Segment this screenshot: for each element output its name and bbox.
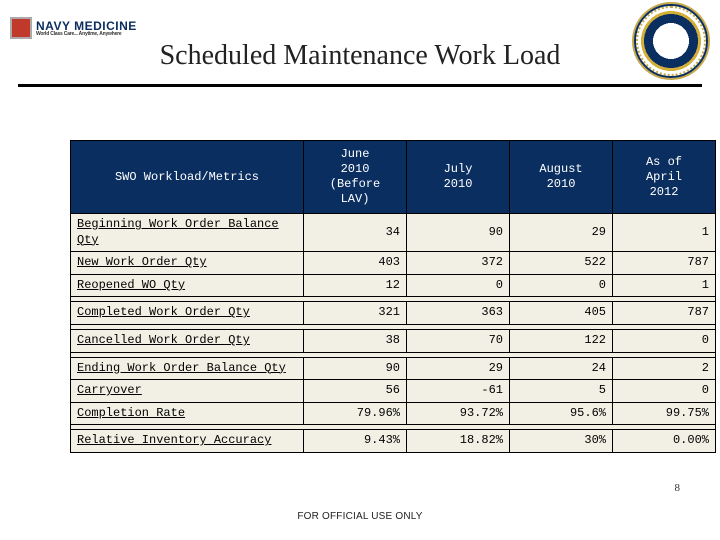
classification-footer: FOR OFFICIAL USE ONLY: [0, 511, 720, 522]
cell-value: 0: [510, 274, 613, 297]
row-label: Carryover: [71, 380, 304, 403]
row-label: Beginning Work Order Balance Qty: [71, 214, 304, 252]
col-header: June2010(BeforeLAV): [304, 141, 407, 214]
workload-table: SWO Workload/Metrics June2010(BeforeLAV)…: [70, 140, 716, 453]
title-rule: [18, 84, 702, 87]
cell-value: 0.00%: [613, 430, 716, 453]
cell-value: 29: [510, 214, 613, 252]
cell-value: 787: [613, 252, 716, 275]
table-row: Cancelled Work Order Qty38701220: [71, 329, 716, 352]
cell-value: 30%: [510, 430, 613, 453]
table-row: Completed Work Order Qty321363405787: [71, 302, 716, 325]
navy-medicine-logo: NAVY MEDICINE World Class Care... Anytim…: [10, 17, 137, 39]
row-label: Completion Rate: [71, 402, 304, 425]
table-row: Beginning Work Order Balance Qty3490291: [71, 214, 716, 252]
cell-value: 403: [304, 252, 407, 275]
cell-value: 321: [304, 302, 407, 325]
table-row: Ending Work Order Balance Qty9029242: [71, 357, 716, 380]
cell-value: 5: [510, 380, 613, 403]
row-header: SWO Workload/Metrics: [71, 141, 304, 214]
row-label: Reopened WO Qty: [71, 274, 304, 297]
col-header: August2010: [510, 141, 613, 214]
table-row: Relative Inventory Accuracy9.43%18.82%30…: [71, 430, 716, 453]
cell-value: 405: [510, 302, 613, 325]
table-row: Completion Rate79.96%93.72%95.6%99.75%: [71, 402, 716, 425]
cell-value: 38: [304, 329, 407, 352]
col-header: July2010: [407, 141, 510, 214]
cell-value: 79.96%: [304, 402, 407, 425]
cell-value: 0: [407, 274, 510, 297]
cell-value: 95.6%: [510, 402, 613, 425]
row-label: Completed Work Order Qty: [71, 302, 304, 325]
cell-value: 70: [407, 329, 510, 352]
cell-value: 18.82%: [407, 430, 510, 453]
cell-value: 0: [613, 380, 716, 403]
brand-line-1: NAVY MEDICINE: [36, 20, 137, 32]
workload-table-wrap: SWO Workload/Metrics June2010(BeforeLAV)…: [70, 140, 650, 453]
cell-value: 372: [407, 252, 510, 275]
table-row: New Work Order Qty403372522787: [71, 252, 716, 275]
cell-value: 93.72%: [407, 402, 510, 425]
col-header: As ofApril2012: [613, 141, 716, 214]
cell-value: 12: [304, 274, 407, 297]
row-label: New Work Order Qty: [71, 252, 304, 275]
cell-value: 1: [613, 214, 716, 252]
brand-text: NAVY MEDICINE World Class Care... Anytim…: [36, 20, 137, 37]
brand-line-2: World Class Care... Anytime, Anywhere: [36, 32, 137, 37]
cell-value: 34: [304, 214, 407, 252]
cell-value: 56: [304, 380, 407, 403]
red-cross-icon: [10, 17, 32, 39]
cell-value: 29: [407, 357, 510, 380]
cell-value: 9.43%: [304, 430, 407, 453]
cell-value: 1: [613, 274, 716, 297]
row-label: Ending Work Order Balance Qty: [71, 357, 304, 380]
slide-title: Scheduled Maintenance Work Load: [0, 40, 720, 72]
cell-value: 90: [304, 357, 407, 380]
cell-value: 99.75%: [613, 402, 716, 425]
cell-value: 2: [613, 357, 716, 380]
table-row: Reopened WO Qty12001: [71, 274, 716, 297]
page-number: 8: [675, 482, 681, 494]
cell-value: 522: [510, 252, 613, 275]
table-row: Carryover56-6150: [71, 380, 716, 403]
cell-value: -61: [407, 380, 510, 403]
row-label: Relative Inventory Accuracy: [71, 430, 304, 453]
cell-value: 90: [407, 214, 510, 252]
cell-value: 122: [510, 329, 613, 352]
cell-value: 0: [613, 329, 716, 352]
cell-value: 787: [613, 302, 716, 325]
cell-value: 363: [407, 302, 510, 325]
cell-value: 24: [510, 357, 613, 380]
row-label: Cancelled Work Order Qty: [71, 329, 304, 352]
